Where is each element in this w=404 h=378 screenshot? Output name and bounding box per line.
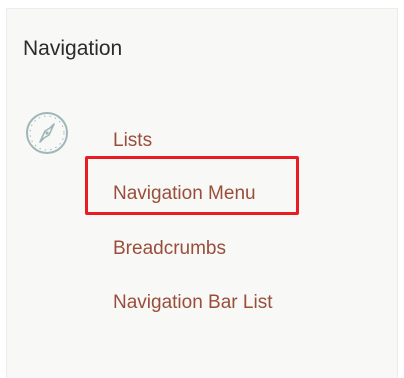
nav-link-navigation-menu[interactable]: Navigation Menu <box>113 183 256 205</box>
nav-link-breadcrumbs[interactable]: Breadcrumbs <box>113 238 226 260</box>
panel-title: Navigation <box>23 37 123 60</box>
compass-icon <box>24 110 70 156</box>
navigation-panel: Navigation Lists Navigation Menu Breadcr… <box>6 8 398 378</box>
nav-link-navigation-bar-list[interactable]: Navigation Bar List <box>113 292 272 314</box>
nav-link-lists[interactable]: Lists <box>113 130 152 152</box>
